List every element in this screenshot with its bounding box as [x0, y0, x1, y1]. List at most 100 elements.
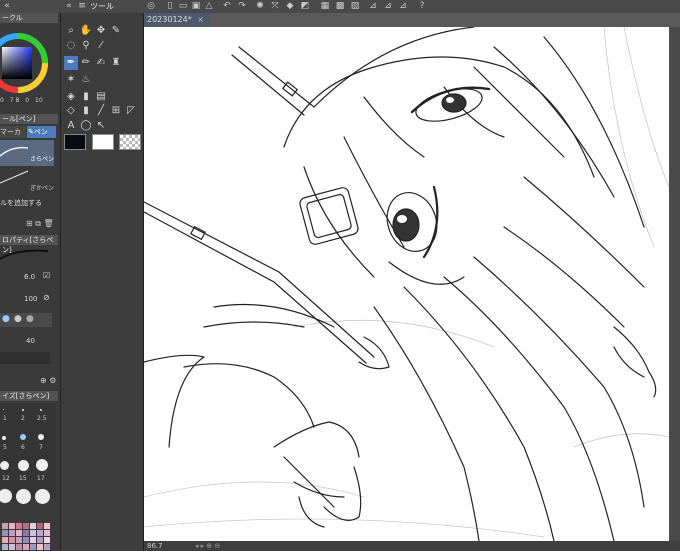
gradient-icon[interactable]: ▤: [94, 90, 108, 104]
brush-item-sarapen[interactable]: さらペン: [0, 140, 54, 166]
loading-icon[interactable]: ✺: [255, 1, 265, 11]
figure-icon[interactable]: ╱: [94, 104, 108, 118]
palette-swatch[interactable]: [37, 523, 43, 529]
settings-icon[interactable]: ⚙: [49, 376, 56, 385]
brush-size-dot[interactable]: [40, 409, 42, 411]
frame-icon[interactable]: ⊞: [109, 104, 123, 118]
lasso-icon[interactable]: ◌: [64, 39, 78, 53]
select-all-icon[interactable]: ▧: [350, 1, 360, 11]
opacity-value[interactable]: 100: [24, 295, 37, 303]
bucket-2-icon[interactable]: ▮: [79, 104, 93, 118]
palette-swatch[interactable]: [2, 523, 8, 529]
palette-swatch[interactable]: [44, 544, 50, 550]
menu-collapse-icon[interactable]: «: [2, 1, 12, 11]
palette-swatch[interactable]: [37, 544, 43, 550]
pen-tool-icon[interactable]: ✒: [64, 56, 78, 70]
redo-icon[interactable]: ↷: [237, 1, 247, 11]
color-set-palette[interactable]: [2, 523, 58, 551]
clear-icon[interactable]: ◩: [300, 1, 310, 11]
ruler-snap-3-icon[interactable]: ⊿: [398, 1, 408, 11]
palette-swatch[interactable]: [30, 544, 36, 550]
brush-size-dot[interactable]: [36, 459, 48, 471]
brush-tip-shapes[interactable]: ● ● ●: [0, 313, 52, 327]
invert-selection-icon[interactable]: ▩: [335, 1, 345, 11]
palette-swatch[interactable]: [37, 530, 43, 536]
panel-collapse-icon[interactable]: «: [64, 1, 74, 11]
fill-icon[interactable]: ◆: [285, 1, 295, 11]
ruler-icon[interactable]: ◸: [124, 104, 138, 118]
palette-swatch[interactable]: [23, 537, 29, 543]
brush-size-dot[interactable]: [38, 434, 44, 440]
balloon-icon[interactable]: ◯: [79, 119, 93, 133]
palette-swatch[interactable]: [30, 523, 36, 529]
operation-icon[interactable]: ✎: [109, 24, 123, 38]
text-icon[interactable]: A: [64, 119, 78, 133]
brush-size-row[interactable]: 6.0 ☑: [0, 271, 60, 283]
stabilization-bar[interactable]: [0, 352, 50, 364]
color-wheel[interactable]: [0, 25, 50, 105]
ruler-snap-2-icon[interactable]: ⊿: [383, 1, 393, 11]
sub-color-swatch[interactable]: [92, 134, 114, 150]
navigator-controls-icon[interactable]: ◂ ▸ ⊕ ⊖: [195, 542, 220, 550]
palette-swatch[interactable]: [16, 530, 22, 536]
vertical-scrollbar[interactable]: [669, 27, 680, 541]
palette-swatch[interactable]: [44, 523, 50, 529]
decoration-icon[interactable]: ✶: [64, 73, 78, 87]
palette-swatch[interactable]: [2, 544, 8, 550]
zoom-icon[interactable]: ⌕: [64, 24, 78, 38]
brush-size-dot[interactable]: [3, 409, 4, 410]
new-file-icon[interactable]: ▯: [165, 1, 175, 11]
add-icon[interactable]: ⊞: [26, 219, 33, 228]
hand-icon[interactable]: ✋: [79, 24, 93, 38]
brush-tip-soft-icon[interactable]: ●: [14, 314, 22, 324]
pencil-icon[interactable]: ✏: [79, 56, 93, 70]
palette-swatch[interactable]: [30, 537, 36, 543]
palette-swatch[interactable]: [23, 544, 29, 550]
opacity-row[interactable]: 100 ⊘: [0, 293, 60, 305]
add-sub-tool-button[interactable]: ルを追加する: [0, 197, 56, 209]
palette-swatch[interactable]: [9, 544, 15, 550]
sub-tool-tab-marker[interactable]: マーカ: [0, 126, 26, 138]
blend-icon[interactable]: ♨: [79, 73, 93, 87]
palette-swatch[interactable]: [9, 530, 15, 536]
pressure-icon[interactable]: ☑: [43, 271, 50, 280]
palette-swatch[interactable]: [16, 544, 22, 550]
stabilization-value[interactable]: 40: [26, 337, 35, 345]
print-icon[interactable]: △: [204, 1, 214, 11]
palette-swatch[interactable]: [44, 537, 50, 543]
brush-tip-circle-icon[interactable]: ●: [2, 314, 10, 324]
brush-size-dot[interactable]: [18, 460, 29, 471]
brush-size-dot[interactable]: [2, 436, 6, 440]
correct-line-icon[interactable]: ↖: [94, 119, 108, 133]
brush-item-gikapen[interactable]: ぎかペン: [0, 167, 54, 195]
palette-swatch[interactable]: [9, 537, 15, 543]
brush-size-value[interactable]: 6.0: [24, 273, 35, 281]
airbrush-icon[interactable]: ♜: [109, 56, 123, 70]
stabilization-row[interactable]: 40: [0, 335, 60, 347]
trash-icon[interactable]: 🗑: [44, 219, 54, 228]
brush-size-dot[interactable]: [16, 489, 31, 504]
open-file-icon[interactable]: ▭: [178, 1, 188, 11]
move-icon[interactable]: ✥: [94, 24, 108, 38]
zoom-level[interactable]: 86.7: [147, 542, 163, 550]
palette-swatch[interactable]: [23, 530, 29, 536]
eraser-2-icon[interactable]: ◇: [64, 104, 78, 118]
palette-swatch[interactable]: [2, 537, 8, 543]
save-icon[interactable]: ▣: [191, 1, 201, 11]
selection-icon[interactable]: ▦: [320, 1, 330, 11]
copy-icon[interactable]: ⧉: [35, 219, 41, 228]
magic-wand-icon[interactable]: ⚲: [79, 39, 93, 53]
drawing-canvas[interactable]: [144, 27, 669, 541]
eyedropper-icon[interactable]: ⁄: [94, 39, 108, 53]
brush-icon[interactable]: ✍: [94, 56, 108, 70]
ruler-snap-icon[interactable]: ⊿: [368, 1, 378, 11]
brush-size-dot-selected[interactable]: [20, 434, 26, 440]
help-icon[interactable]: ?: [417, 1, 427, 11]
brush-size-dot[interactable]: [0, 461, 9, 470]
undo-icon[interactable]: ↶: [222, 1, 232, 11]
palette-swatch[interactable]: [9, 523, 15, 529]
palette-swatch[interactable]: [23, 523, 29, 529]
palette-swatch[interactable]: [37, 537, 43, 543]
palette-swatch[interactable]: [44, 530, 50, 536]
brush-size-dot[interactable]: [22, 409, 24, 411]
